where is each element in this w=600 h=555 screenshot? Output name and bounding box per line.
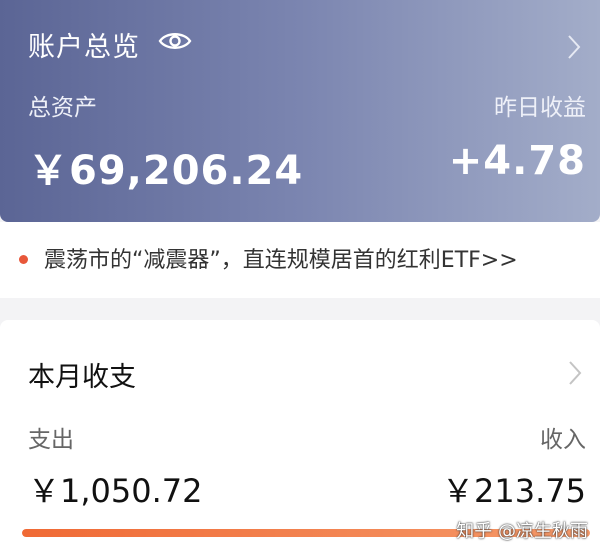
promo-banner[interactable]: 震荡市的“减震器”，直连规模居首的红利ETF>> (0, 222, 600, 298)
expense-label: 支出 (28, 427, 74, 453)
chevron-right-icon[interactable] (566, 33, 582, 61)
account-overview-title: 账户总览 (28, 32, 140, 63)
watermark: 知乎 @凉生秋雨 (456, 521, 588, 542)
chevron-right-icon[interactable] (568, 360, 582, 386)
eye-icon[interactable] (158, 30, 192, 52)
yesterday-income-value: +4.78 (448, 138, 586, 184)
account-overview-card[interactable]: 账户总览 总资产 昨日收益 ￥69,206.24 +4.78 (0, 0, 600, 222)
income-value: ￥213.75 (442, 472, 586, 510)
total-assets-value: ￥69,206.24 (28, 148, 304, 194)
total-assets-label: 总资产 (28, 95, 97, 121)
yesterday-income-label: 昨日收益 (494, 95, 586, 121)
income-label: 收入 (540, 427, 586, 453)
monthly-summary-title: 本月收支 (28, 362, 136, 393)
promo-text[interactable]: 震荡市的“减震器”，直连规模居首的红利ETF>> (44, 242, 518, 274)
promo-dot-icon (19, 255, 28, 264)
expense-value: ￥1,050.72 (28, 472, 203, 510)
